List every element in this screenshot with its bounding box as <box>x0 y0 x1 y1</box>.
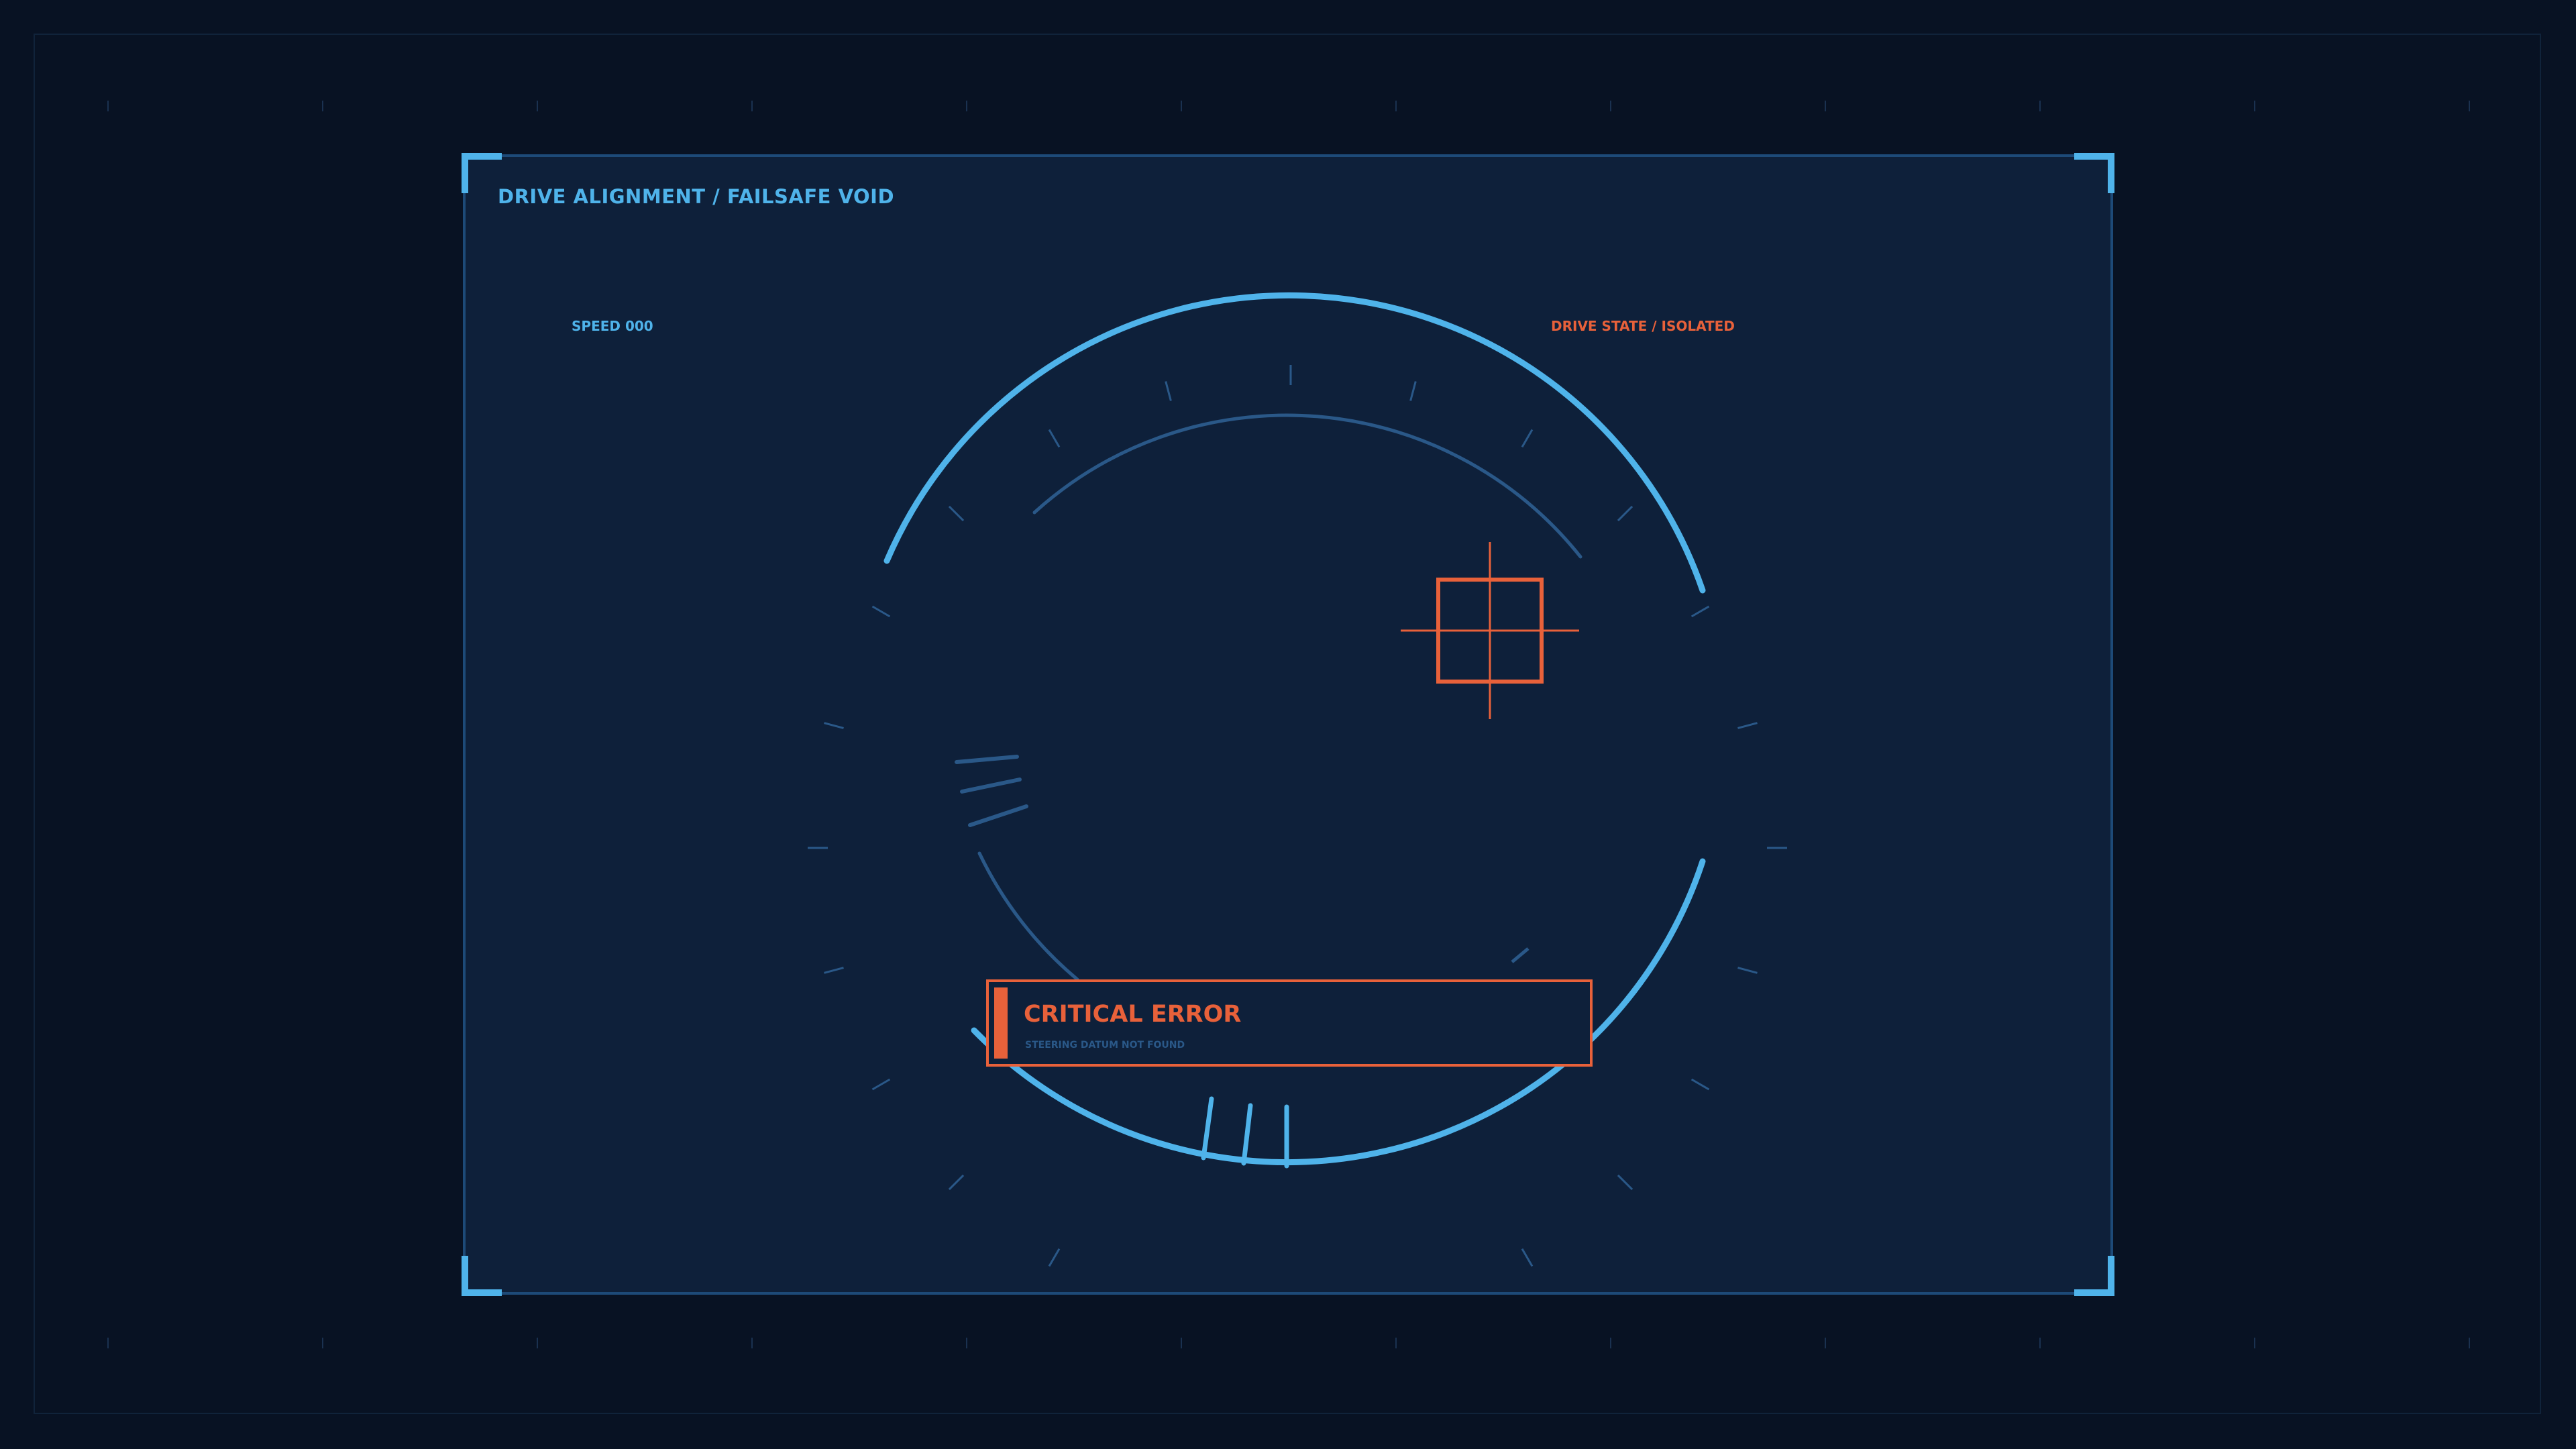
inner-ring-notch <box>1511 947 1529 963</box>
hud-screen: DRIVE ALIGNMENT / FAILSAFE VOID SPEED 00… <box>0 0 2576 1449</box>
dial-tick <box>1737 967 1758 974</box>
steering-dial <box>808 292 1787 1267</box>
dial-tick <box>1048 1248 1061 1267</box>
dial-tick <box>1165 381 1172 401</box>
dial-tick <box>1737 722 1758 729</box>
inner-ring-lower-arc <box>977 851 1079 981</box>
dial-tick <box>948 1174 965 1191</box>
inner-ring-upper-arc <box>1032 413 1582 559</box>
dial-tick <box>871 1078 891 1091</box>
dial-tick <box>1409 381 1417 401</box>
bottom-tick-row <box>0 1338 2576 1351</box>
alert-title: CRITICAL ERROR <box>1024 1001 1242 1028</box>
top-tick-row <box>0 101 2576 114</box>
dial-tick <box>1521 1248 1534 1267</box>
drive-state-readout: DRIVE STATE / ISOLATED <box>1551 318 1735 334</box>
dial-tick <box>1690 605 1710 618</box>
dial-tick <box>1690 1078 1710 1091</box>
dial-tick <box>948 505 965 522</box>
panel-title: DRIVE ALIGNMENT / FAILSAFE VOID <box>498 185 895 208</box>
dial-tick <box>1617 505 1633 522</box>
dial-tick <box>1048 429 1061 448</box>
dial-tick <box>824 722 844 729</box>
speed-readout: SPEED 000 <box>572 318 653 334</box>
crosshair-target-icon <box>1401 542 1579 719</box>
drive-alignment-panel: DRIVE ALIGNMENT / FAILSAFE VOID SPEED 00… <box>462 153 2114 1296</box>
critical-error-alert: CRITICAL ERROR STEERING DATUM NOT FOUND <box>986 979 1593 1067</box>
dial-tick <box>1521 429 1534 448</box>
dial-tick-marks <box>808 365 1787 1267</box>
outer-ring-upper-arc <box>883 292 1706 594</box>
dial-tick <box>824 967 844 974</box>
alert-message: STEERING DATUM NOT FOUND <box>1025 1040 1185 1051</box>
alert-accent-bar <box>994 987 1008 1059</box>
speed-lines-icon <box>955 755 1028 827</box>
dial-tick <box>1617 1174 1633 1191</box>
dial-tick <box>871 605 891 618</box>
